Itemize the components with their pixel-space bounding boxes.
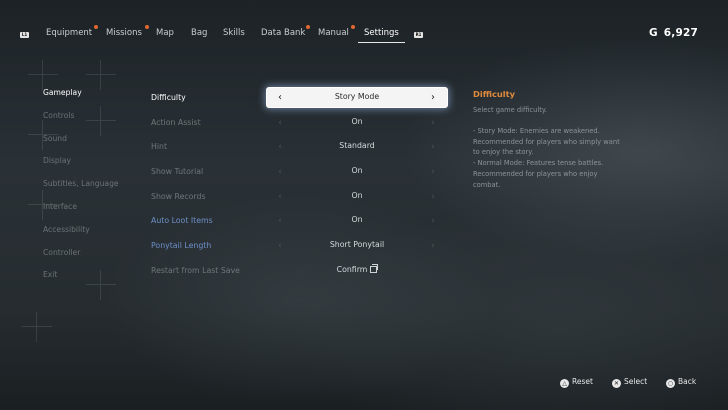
setting-label: Hint [151, 142, 168, 151]
chevron-left-icon[interactable]: ‹ [275, 166, 285, 178]
chevron-left-icon[interactable]: ‹ [275, 92, 285, 104]
back-button[interactable]: ○ Back [666, 377, 696, 388]
setting-row-hint[interactable]: Hint ‹ Standard › [151, 140, 451, 158]
setting-value: On [351, 117, 363, 126]
sidebar-item-controller[interactable]: Controller [43, 248, 143, 271]
setting-label: Action Assist [151, 118, 201, 127]
l1-button-icon[interactable]: L1 [20, 32, 29, 38]
select-button[interactable]: ✕ Select [612, 377, 647, 388]
setting-value: On [351, 191, 363, 200]
setting-value: On [351, 215, 363, 224]
restart-confirm-button[interactable]: Confirm [267, 261, 447, 280]
setting-row-show-records[interactable]: Show Records ‹ On › [151, 190, 451, 208]
chevron-right-icon[interactable]: › [428, 92, 438, 104]
action-assist-selector[interactable]: ‹ On › [267, 113, 447, 132]
chevron-right-icon[interactable]: › [428, 240, 438, 252]
chevron-right-icon[interactable]: › [428, 117, 438, 129]
sidebar-item-sound[interactable]: Sound [43, 134, 143, 157]
chevron-right-icon[interactable]: › [428, 191, 438, 203]
open-window-icon [370, 264, 379, 273]
setting-row-show-tutorial[interactable]: Show Tutorial ‹ On › [151, 165, 451, 183]
tab-missions[interactable]: Missions [106, 28, 142, 38]
auto-loot-selector[interactable]: ‹ On › [267, 211, 447, 230]
setting-label: Difficulty [151, 93, 186, 102]
description-subtitle: Select game difficulty. [473, 106, 547, 114]
description-title: Difficulty [473, 89, 516, 99]
setting-value: Standard [339, 141, 375, 150]
show-records-selector[interactable]: ‹ On › [267, 187, 447, 206]
tab-map[interactable]: Map [156, 28, 174, 38]
chevron-right-icon[interactable]: › [428, 141, 438, 153]
back-label: Back [678, 377, 697, 386]
chevron-right-icon[interactable]: › [428, 215, 438, 227]
notification-badge [94, 25, 98, 29]
top-nav-bar: L1 Equipment Missions Map Bag Skills Dat… [0, 24, 728, 46]
sidebar-item-display[interactable]: Display [43, 156, 143, 179]
background-crosshair [28, 60, 58, 90]
background-crosshair [22, 312, 52, 342]
confirm-label: Confirm [336, 265, 368, 274]
currency-display: G 6,927 [649, 27, 698, 39]
chevron-left-icon[interactable]: ‹ [275, 240, 285, 252]
notification-badge [351, 25, 355, 29]
select-label: Select [624, 377, 648, 386]
sidebar-item-interface[interactable]: Interface [43, 202, 143, 225]
chevron-left-icon[interactable]: ‹ [275, 191, 285, 203]
setting-label: Restart from Last Save [151, 266, 240, 275]
setting-row-restart-from-last-save[interactable]: Restart from Last Save Confirm [151, 264, 451, 282]
currency-symbol: G [648, 27, 658, 39]
difficulty-selector[interactable]: ‹ Story Mode › [267, 88, 447, 107]
settings-category-sidebar: Gameplay Controls Sound Display Subtitle… [43, 88, 143, 293]
show-tutorial-selector[interactable]: ‹ On › [267, 162, 447, 181]
setting-label: Show Tutorial [151, 167, 204, 176]
chevron-left-icon[interactable]: ‹ [275, 141, 285, 153]
sidebar-item-controls[interactable]: Controls [43, 111, 143, 134]
tab-manual[interactable]: Manual [318, 28, 349, 38]
tab-data-bank[interactable]: Data Bank [261, 28, 305, 38]
setting-label: Show Records [151, 192, 206, 201]
description-body: - Story Mode: Enemies are weakened. Reco… [473, 127, 620, 189]
setting-value: Confirm [287, 264, 427, 274]
setting-row-action-assist[interactable]: Action Assist ‹ On › [151, 116, 451, 134]
hint-selector[interactable]: ‹ Standard › [267, 137, 447, 156]
setting-row-ponytail-length[interactable]: Ponytail Length ‹ Short Ponytail › [151, 239, 451, 257]
tab-settings[interactable]: Settings [358, 28, 405, 43]
setting-row-difficulty[interactable]: Difficulty ‹ Story Mode › [151, 88, 451, 109]
chevron-right-icon[interactable]: › [428, 166, 438, 178]
setting-label: Ponytail Length [151, 241, 212, 250]
tab-skills[interactable]: Skills [223, 28, 245, 38]
sidebar-item-subtitles-language[interactable]: Subtitles, Language [43, 179, 143, 202]
cross-button-icon: ✕ [612, 379, 621, 388]
setting-value: On [351, 166, 363, 175]
currency-amount: 6,927 [663, 27, 698, 39]
tab-bag[interactable]: Bag [191, 28, 207, 38]
triangle-button-icon: △ [560, 379, 569, 388]
setting-value: Story Mode [334, 92, 380, 101]
chevron-left-icon[interactable]: ‹ [275, 215, 285, 227]
reset-label: Reset [572, 377, 593, 386]
notification-badge [306, 25, 310, 29]
tab-equipment[interactable]: Equipment [46, 28, 92, 38]
sidebar-item-exit[interactable]: Exit [43, 270, 143, 293]
r1-button-icon[interactable]: R1 [414, 32, 423, 38]
setting-label: Auto Loot Items [151, 216, 213, 225]
sidebar-item-accessibility[interactable]: Accessibility [43, 225, 143, 248]
chevron-left-icon[interactable]: ‹ [275, 117, 285, 129]
setting-row-auto-loot-items[interactable]: Auto Loot Items ‹ On › [151, 214, 451, 232]
background-crosshair [86, 60, 116, 90]
ponytail-length-selector[interactable]: ‹ Short Ponytail › [267, 236, 447, 255]
reset-button[interactable]: △ Reset [560, 377, 593, 388]
circle-button-icon: ○ [666, 379, 675, 388]
setting-description-panel: Difficulty Select game difficulty. - Sto… [473, 89, 633, 190]
sidebar-item-gameplay[interactable]: Gameplay [43, 88, 143, 111]
notification-badge [145, 25, 149, 29]
setting-value: Short Ponytail [329, 240, 385, 249]
